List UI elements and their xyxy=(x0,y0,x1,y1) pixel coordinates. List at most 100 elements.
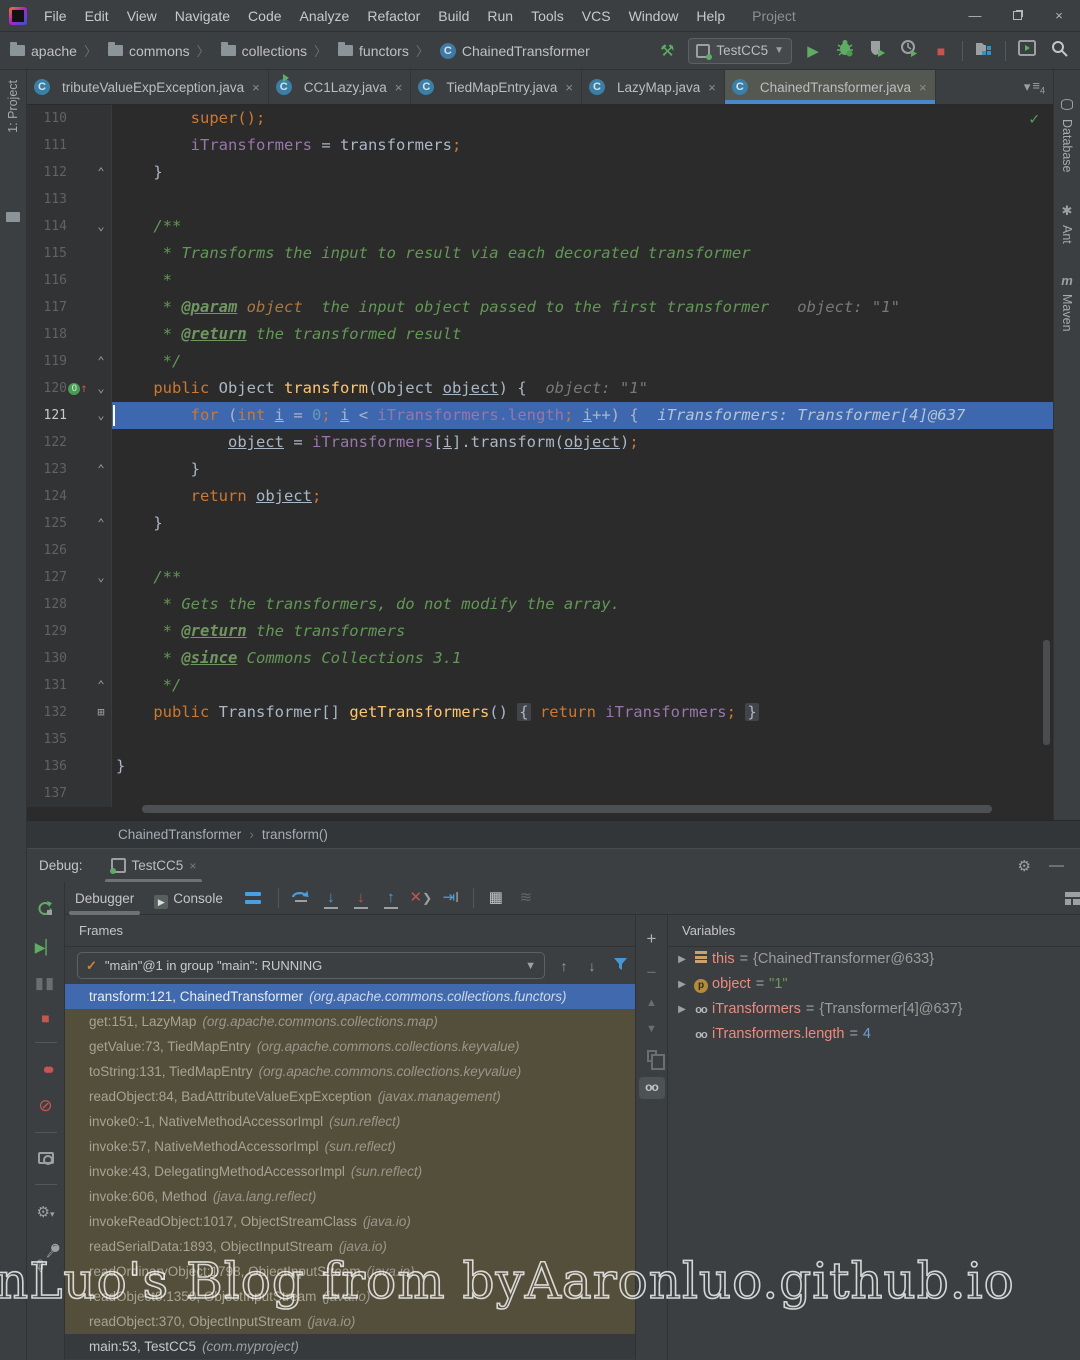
editor-tab[interactable]: C CC1Lazy.java × xyxy=(269,70,412,104)
show-watches-toggle[interactable]: oo xyxy=(638,1077,665,1099)
frame-row[interactable]: invoke0:-1, NativeMethodAccessorImpl (sun… xyxy=(65,1109,635,1134)
minimize-button[interactable]: — xyxy=(954,0,996,32)
editor-gutter[interactable]: 113 xyxy=(27,186,112,213)
horizontal-scrollbar[interactable] xyxy=(142,805,992,813)
breadcrumb-class[interactable]: ChainedTransformer xyxy=(118,827,241,842)
fold-marker[interactable] xyxy=(91,105,111,132)
run-button[interactable]: ▶ xyxy=(802,42,824,60)
thread-selector[interactable]: ✓ "main"@1 in group "main": RUNNING ▼ xyxy=(77,952,545,979)
frame-up-icon[interactable]: ↑ xyxy=(555,958,573,974)
editor-gutter[interactable]: 132 ⊞ xyxy=(27,699,112,726)
resume-icon[interactable]: ▶▏ xyxy=(35,939,57,956)
close-button[interactable]: × xyxy=(1038,0,1080,32)
evaluate-expression-icon[interactable]: ▦ xyxy=(483,888,509,908)
frame-down-icon[interactable]: ↓ xyxy=(583,958,601,974)
editor-tab[interactable]: C TiedMapEntry.java × xyxy=(411,70,582,104)
editor-gutter[interactable]: 118 xyxy=(27,321,112,348)
run-configuration-select[interactable]: TestCC5 ▼ xyxy=(688,37,792,64)
stop-button[interactable]: ■ xyxy=(930,43,952,59)
fold-marker[interactable] xyxy=(91,483,111,510)
fold-marker[interactable]: ⌃ xyxy=(91,159,111,186)
frame-row[interactable]: get:151, LazyMap (org.apache.commons.coll… xyxy=(65,1009,635,1034)
close-icon[interactable]: × xyxy=(189,859,196,873)
editor-gutter[interactable]: 112 ⌃ xyxy=(27,159,112,186)
fold-marker[interactable] xyxy=(91,267,111,294)
editor-gutter[interactable]: 120 O ↑ ⌄ xyxy=(27,375,112,402)
fold-marker[interactable]: ⊞ xyxy=(91,699,111,726)
debugger-tab-console[interactable]: ▶ Console xyxy=(144,882,233,915)
frame-row[interactable]: invoke:43, DelegatingMethodAccessorImpl(… xyxy=(65,1159,635,1184)
variable-row[interactable]: ▶ this = {ChainedTransformer@633} xyxy=(668,947,1080,972)
editor-gutter[interactable]: 135 xyxy=(27,726,112,753)
filter-funnel-icon[interactable] xyxy=(611,957,629,974)
editor-gutter[interactable]: 129 xyxy=(27,618,112,645)
editor-gutter[interactable]: 116 xyxy=(27,267,112,294)
pause-icon[interactable]: ▮▮ xyxy=(35,974,57,992)
editor-tab[interactable]: C ChainedTransformer.java × xyxy=(724,70,936,104)
breadcrumb-class[interactable]: C ChainedTransformer xyxy=(439,42,590,59)
breadcrumb-folder[interactable]: apache xyxy=(10,42,77,59)
fold-marker[interactable] xyxy=(91,591,111,618)
menu-item-edit[interactable]: Edit xyxy=(76,8,118,24)
editor-tab[interactable]: CtributeValueExpException.java × xyxy=(27,70,269,104)
step-into-icon[interactable]: ↓ xyxy=(318,888,344,909)
fold-marker[interactable] xyxy=(91,645,111,672)
menu-item-tools[interactable]: Tools xyxy=(522,8,573,24)
frame-row[interactable]: transform:121, ChainedTransformer (org.ap… xyxy=(65,984,635,1009)
thread-dump-camera-icon[interactable] xyxy=(35,1151,57,1168)
editor-gutter[interactable]: 111 xyxy=(27,132,112,159)
restore-button[interactable] xyxy=(996,0,1038,32)
menu-item-help[interactable]: Help xyxy=(687,8,734,24)
project-tool-window-button[interactable]: 1: Project xyxy=(6,80,20,133)
close-icon[interactable]: × xyxy=(395,80,403,95)
fold-marker[interactable]: ⌃ xyxy=(91,510,111,537)
run-window-icon[interactable] xyxy=(1016,40,1038,61)
breadcrumb-folder[interactable]: collections xyxy=(220,42,307,59)
close-icon[interactable]: × xyxy=(708,80,716,95)
editor-gutter[interactable]: 115 xyxy=(27,240,112,267)
variable-row[interactable]: ▶ p object = "1" xyxy=(668,972,1080,997)
editor-gutter[interactable]: 136 xyxy=(27,753,112,780)
editor-gutter[interactable]: 125 ⌃ xyxy=(27,510,112,537)
build-hammer-icon[interactable]: ⚒ xyxy=(656,41,678,61)
mute-breakpoints-icon[interactable]: ⊘ xyxy=(35,1096,57,1116)
fold-marker[interactable]: ⌄ xyxy=(91,375,111,402)
menu-item-navigate[interactable]: Navigate xyxy=(166,8,239,24)
tool-window-button-database[interactable]: Database xyxy=(1060,119,1074,173)
inspection-ok-icon[interactable]: ✓ xyxy=(1029,109,1039,128)
editor-gutter[interactable]: 130 xyxy=(27,645,112,672)
profiler-icon[interactable] xyxy=(898,39,920,62)
fold-marker[interactable] xyxy=(91,780,111,807)
fold-marker[interactable] xyxy=(91,726,111,753)
search-icon[interactable] xyxy=(1048,40,1070,62)
fold-marker[interactable]: ⌃ xyxy=(91,348,111,375)
variable-row[interactable]: ▶ oo iTransformers = {Transformer[4]@637} xyxy=(668,997,1080,1022)
code-area[interactable]: 110 super(); 111 iTransformers = transfor… xyxy=(27,105,1053,807)
fold-marker[interactable]: ⌄ xyxy=(91,564,111,591)
menu-item-file[interactable]: File xyxy=(35,8,76,24)
editor-gutter[interactable]: 122 xyxy=(27,429,112,456)
project-structure-icon[interactable] xyxy=(973,40,995,61)
breadcrumb-method[interactable]: transform() xyxy=(262,827,328,842)
fold-marker[interactable] xyxy=(91,294,111,321)
debug-session-tab[interactable]: TestCC5 × xyxy=(104,849,203,883)
fold-marker[interactable] xyxy=(91,186,111,213)
editor-gutter[interactable]: 110 xyxy=(27,105,112,132)
fold-marker[interactable]: ⌃ xyxy=(91,456,111,483)
move-down-button[interactable]: ▼ xyxy=(640,1023,664,1035)
menu-item-view[interactable]: View xyxy=(118,8,166,24)
editor-gutter[interactable]: 124 xyxy=(27,483,112,510)
hide-icon[interactable]: — xyxy=(1049,857,1064,875)
rerun-icon[interactable] xyxy=(35,900,57,921)
menu-item-vcs[interactable]: VCS xyxy=(573,8,620,24)
fold-marker[interactable] xyxy=(91,240,111,267)
tool-window-button-maven[interactable]: Maven xyxy=(1060,294,1074,332)
tab-list-controls[interactable]: ▾ ≡4 xyxy=(1024,70,1053,104)
fold-marker[interactable] xyxy=(91,753,111,780)
frame-row[interactable]: readObject:84, BadAttributeValueExpExcep… xyxy=(65,1084,635,1109)
fold-marker[interactable] xyxy=(91,321,111,348)
frame-row[interactable]: getValue:73, TiedMapEntry (org.apache.com… xyxy=(65,1034,635,1059)
view-breakpoints-icon[interactable]: ●● xyxy=(35,1061,57,1078)
debug-settings-gear-icon[interactable]: ⚙▾ xyxy=(35,1203,57,1221)
layout-icon[interactable] xyxy=(244,891,261,905)
